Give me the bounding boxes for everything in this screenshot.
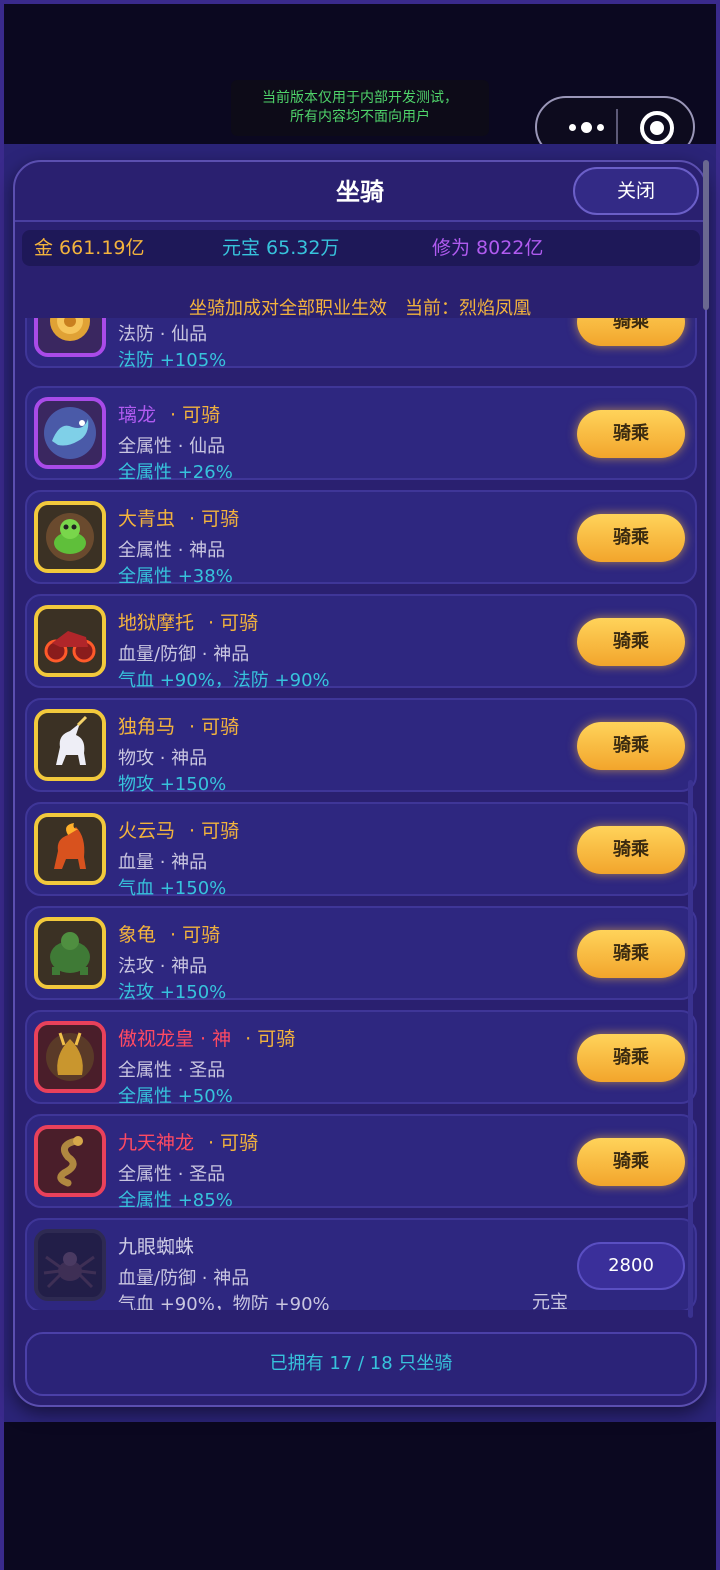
- currency-stats-bar: 金 661.19亿 元宝 65.32万 修为 8022亿: [22, 230, 700, 266]
- capsule-divider: [616, 109, 618, 147]
- golden-flower-icon: [34, 318, 106, 357]
- dev-banner-line1: 当前版本仅用于内部开发测试，: [262, 90, 458, 106]
- rideable-badge: · 可骑: [208, 1132, 259, 1154]
- cultivation-stat: 修为 8022亿: [432, 237, 544, 259]
- mount-attr: 血量/防御 · 神品: [118, 1268, 250, 1289]
- mount-name: 九天神龙 · 可骑: [118, 1128, 258, 1155]
- tortoise-icon: [34, 917, 106, 989]
- ride-button[interactable]: 骑乘: [577, 1034, 685, 1082]
- mount-name-text: 九天神龙: [118, 1132, 195, 1154]
- yuanbao-stat: 元宝 65.32万: [222, 237, 340, 259]
- buy-price-button[interactable]: 2800: [577, 1242, 685, 1290]
- rideable-badge: · 可骑: [170, 924, 221, 946]
- ride-button[interactable]: 骑乘: [577, 618, 685, 666]
- mount-name-text: 璃龙: [118, 404, 157, 426]
- serpent-dragon-icon: [34, 1125, 106, 1197]
- mount-attr: 法防 · 仙品: [118, 324, 208, 345]
- mount-name-text: 大青虫: [118, 508, 176, 530]
- mount-attr: 全属性 · 神品: [118, 540, 226, 561]
- mount-bonus: 全属性 +50%: [118, 1086, 233, 1107]
- dev-test-banner: 当前版本仅用于内部开发测试， 所有内容均不面向用户: [231, 80, 489, 136]
- mount-attr: 血量 · 神品: [118, 852, 208, 873]
- mount-list[interactable]: 法防 · 仙品 法防 +105% 骑乘 璃龙 · 可骑 全属性 · 仙品 全属性 …: [25, 318, 699, 1310]
- hell-motorcycle-icon: [34, 605, 106, 677]
- mount-name-text: 火云马: [118, 820, 176, 842]
- mount-attr: 血量/防御 · 神品: [118, 644, 250, 665]
- mount-name-text: 地狱摩托: [118, 612, 195, 634]
- rideable-badge: · 可骑: [245, 1028, 296, 1050]
- rideable-badge: · 可骑: [189, 716, 240, 738]
- mount-name: 地狱摩托 · 可骑: [118, 608, 258, 635]
- mount-bonus: 气血 +90%，物防 +90%: [118, 1294, 330, 1310]
- list-item: 火云马 · 可骑 血量 · 神品 气血 +150% 骑乘: [25, 802, 697, 899]
- mount-name: 火云马 · 可骑: [118, 816, 239, 843]
- list-item: 大青虫 · 可骑 全属性 · 神品 全属性 +38% 骑乘: [25, 490, 697, 587]
- mount-attr: 全属性 · 圣品: [118, 1164, 226, 1185]
- blue-dragon-icon: [34, 397, 106, 469]
- rideable-badge: · 可骑: [208, 612, 259, 634]
- list-item: 独角马 · 可骑 物攻 · 神品 物攻 +150% 骑乘: [25, 698, 697, 795]
- target-icon[interactable]: [640, 111, 674, 145]
- mount-bonus: 全属性 +85%: [118, 1190, 233, 1211]
- list-item: 九天神龙 · 可骑 全属性 · 圣品 全属性 +85% 骑乘: [25, 1114, 697, 1211]
- mount-bonus: 法攻 +150%: [118, 982, 227, 1003]
- mount-attr: 全属性 · 仙品: [118, 436, 226, 457]
- mount-attr: 全属性 · 圣品: [118, 1060, 226, 1081]
- mount-name-text: 九眼蜘蛛: [118, 1236, 195, 1258]
- mount-name-text: 独角马: [118, 716, 176, 738]
- mount-bonus: 法防 +105%: [118, 350, 227, 371]
- title-divider: [15, 220, 705, 222]
- mount-name: 傲视龙皇 · 神 · 可骑: [118, 1024, 295, 1051]
- mount-name: 象龟 · 可骑: [118, 920, 220, 947]
- ride-button[interactable]: 骑乘: [577, 514, 685, 562]
- ride-button[interactable]: 骑乘: [577, 722, 685, 770]
- panel-scrollbar[interactable]: [703, 160, 709, 310]
- ride-button[interactable]: 骑乘: [577, 318, 685, 346]
- rideable-badge: · 可骑: [189, 508, 240, 530]
- list-item: 地狱摩托 · 可骑 血量/防御 · 神品 气血 +90%，法防 +90% 骑乘: [25, 594, 697, 691]
- mount-bonus: 物攻 +150%: [118, 774, 227, 795]
- list-item: 璃龙 · 可骑 全属性 · 仙品 全属性 +26% 骑乘: [25, 386, 697, 483]
- mount-attr: 法攻 · 神品: [118, 956, 208, 977]
- ride-button[interactable]: 骑乘: [577, 1138, 685, 1186]
- mount-name: 大青虫 · 可骑: [118, 504, 239, 531]
- ride-button[interactable]: 骑乘: [577, 826, 685, 874]
- rideable-badge: · 可骑: [170, 404, 221, 426]
- list-scrollbar[interactable]: [688, 780, 693, 1318]
- mount-name-text: 傲视龙皇 · 神: [118, 1028, 232, 1050]
- gold-stat: 金 661.19亿: [34, 237, 145, 259]
- mount-name: 九眼蜘蛛: [118, 1232, 194, 1259]
- list-item: 法防 · 仙品 法防 +105% 骑乘: [25, 318, 697, 371]
- mount-bonus: 气血 +150%: [118, 878, 227, 899]
- ride-button[interactable]: 骑乘: [577, 410, 685, 458]
- mount-panel: 坐骑 关闭 金 661.19亿 元宝 65.32万 修为 8022亿 坐骑加成对…: [13, 160, 707, 1407]
- green-caterpillar-icon: [34, 501, 106, 573]
- mount-attr: 物攻 · 神品: [118, 748, 208, 769]
- dev-banner-line2: 所有内容均不面向用户: [290, 109, 430, 125]
- close-button[interactable]: 关闭: [573, 167, 699, 215]
- spider-icon: [34, 1229, 106, 1301]
- mount-name-text: 象龟: [118, 924, 157, 946]
- fire-horse-icon: [34, 813, 106, 885]
- mount-name: 独角马 · 可骑: [118, 712, 239, 739]
- mount-bonus: 气血 +90%，法防 +90%: [118, 670, 330, 691]
- dragon-emperor-icon: [34, 1021, 106, 1093]
- list-item: 九眼蜘蛛 血量/防御 · 神品 气血 +90%，物防 +90% 2800 元宝: [25, 1218, 697, 1310]
- ride-button[interactable]: 骑乘: [577, 930, 685, 978]
- mount-name: 璃龙 · 可骑: [118, 400, 220, 427]
- owned-count: 已拥有 17 / 18 只坐骑: [25, 1332, 697, 1396]
- list-item: 傲视龙皇 · 神 · 可骑 全属性 · 圣品 全属性 +50% 骑乘: [25, 1010, 697, 1107]
- price-currency: 元宝: [532, 1292, 568, 1310]
- rideable-badge: · 可骑: [189, 820, 240, 842]
- mount-bonus: 全属性 +26%: [118, 462, 233, 483]
- unicorn-icon: [34, 709, 106, 781]
- mount-bonus-note: 坐骑加成对全部职业生效 当前：烈焰凤凰: [189, 298, 531, 319]
- list-item: 象龟 · 可骑 法攻 · 神品 法攻 +150% 骑乘: [25, 906, 697, 1003]
- mount-bonus: 全属性 +38%: [118, 566, 233, 587]
